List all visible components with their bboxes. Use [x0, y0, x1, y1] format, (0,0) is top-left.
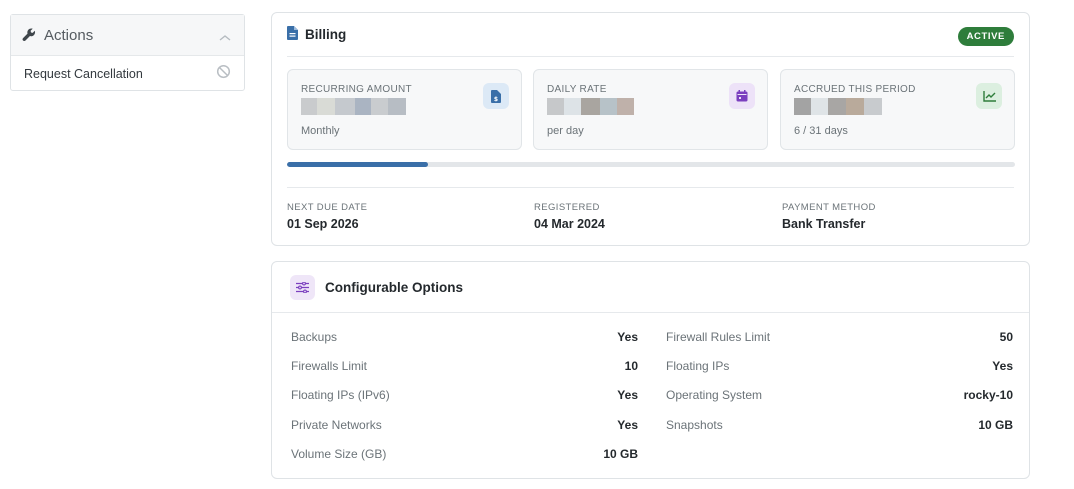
option-value: 10 GB: [603, 446, 638, 461]
option-name: Operating System: [666, 388, 763, 403]
redacted-value: [794, 98, 882, 115]
option-name: Backups: [291, 329, 338, 344]
meta-value: 04 Mar 2024: [534, 217, 605, 231]
redacted-value: [301, 98, 406, 115]
stat-sub: Monthly: [301, 125, 340, 137]
option-row: Volume Size (GB) 10 GB: [291, 439, 638, 468]
option-row: Operating System rocky-10: [666, 381, 1013, 410]
registered-date: REGISTERED 04 Mar 2024: [534, 202, 605, 231]
meta-label: REGISTERED: [534, 202, 600, 213]
invoice-icon: [287, 25, 298, 44]
option-row: Private Networks Yes: [291, 410, 638, 439]
next-due-date: NEXT DUE DATE 01 Sep 2026: [287, 202, 367, 231]
option-value: Yes: [617, 417, 638, 432]
wrench-icon: [22, 27, 38, 43]
request-cancellation-label: Request Cancellation: [24, 66, 143, 81]
stat-sub: per day: [547, 125, 584, 137]
options-left-column: Backups Yes Firewalls Limit 10 Floating IP…: [291, 322, 638, 468]
stat-label: ACCRUED THIS PERIOD: [794, 84, 916, 95]
option-name: Floating IPs (IPv6): [291, 388, 390, 403]
stat-daily-rate: DAILY RATE per day: [533, 69, 768, 150]
svg-text:$: $: [494, 96, 498, 103]
meta-label: PAYMENT METHOD: [782, 202, 876, 213]
option-value: 10: [624, 358, 638, 373]
period-progress-bar: [287, 162, 1015, 167]
option-name: Snapshots: [666, 417, 723, 432]
meta-value: 01 Sep 2026: [287, 217, 359, 231]
option-row: Snapshots 10 GB: [666, 410, 1013, 439]
option-row: Floating IPs Yes: [666, 351, 1013, 380]
stat-recurring-amount: RECURRING AMOUNT Monthly $: [287, 69, 522, 150]
option-value: 50: [999, 329, 1013, 344]
meta-label: NEXT DUE DATE: [287, 202, 368, 213]
meta-value: Bank Transfer: [782, 217, 866, 231]
redacted-value: [547, 98, 634, 115]
option-row: Backups Yes: [291, 322, 638, 351]
option-value: Yes: [992, 358, 1013, 373]
option-row: Firewall Rules Limit 50: [666, 322, 1013, 351]
option-row: Firewalls Limit 10: [291, 351, 638, 380]
option-name: Firewalls Limit: [291, 358, 368, 373]
actions-panel: Actions Request Cancellation: [10, 14, 245, 91]
option-row: Floating IPs (IPv6) Yes: [291, 381, 638, 410]
option-value: Yes: [617, 388, 638, 403]
period-progress-fill: [287, 162, 428, 167]
calendar-icon: [729, 83, 755, 109]
billing-header: Billing ACTIVE: [287, 13, 1014, 57]
billing-card: Billing ACTIVE RECURRING AMOUNT Monthly …: [271, 12, 1030, 246]
configurable-options-card: Configurable Options Backups Yes Firewall…: [271, 261, 1030, 479]
stat-sub: 6 / 31 days: [794, 125, 848, 137]
option-name: Floating IPs: [666, 358, 730, 373]
chart-line-icon: [976, 83, 1002, 109]
stat-accrued-this-period: ACCRUED THIS PERIOD 6 / 31 days: [780, 69, 1015, 150]
option-name: Private Networks: [291, 417, 382, 432]
actions-title: Actions: [44, 26, 94, 44]
divider: [287, 187, 1014, 188]
option-value: rocky-10: [963, 388, 1013, 403]
option-name: Firewall Rules Limit: [666, 329, 771, 344]
request-cancellation-link[interactable]: Request Cancellation: [11, 56, 244, 91]
ban-icon: [216, 64, 231, 83]
option-value: Yes: [617, 329, 638, 344]
status-badge: ACTIVE: [957, 27, 1014, 46]
invoice-dollar-icon: $: [483, 83, 509, 109]
actions-header[interactable]: Actions: [11, 15, 244, 56]
chevron-up-icon[interactable]: [218, 28, 232, 41]
stat-label: RECURRING AMOUNT: [301, 84, 412, 95]
options-right-column: Firewall Rules Limit 50 Floating IPs Yes O…: [666, 322, 1013, 439]
option-value: 10 GB: [978, 417, 1013, 432]
config-title: Configurable Options: [325, 279, 463, 295]
payment-method: PAYMENT METHOD Bank Transfer: [782, 202, 876, 231]
config-header: Configurable Options: [272, 262, 1029, 313]
option-name: Volume Size (GB): [291, 446, 387, 461]
billing-title: Billing: [305, 27, 347, 42]
sliders-icon: [290, 274, 315, 300]
stat-label: DAILY RATE: [547, 84, 607, 95]
